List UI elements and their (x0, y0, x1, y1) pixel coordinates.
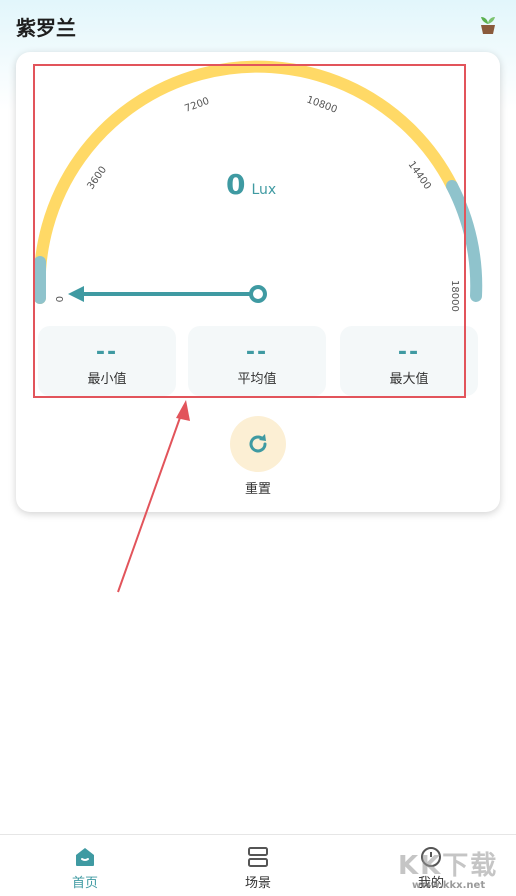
scenes-icon (248, 847, 268, 867)
tab-scenes-label: 场景 (244, 876, 271, 891)
watermark-logo: KK下载 (398, 851, 499, 881)
tab-scenes[interactable]: 场景 (213, 845, 303, 891)
reset-button[interactable] (230, 416, 286, 472)
reset-label: 重置 (244, 482, 271, 497)
annotation-highlight-box (33, 64, 466, 398)
plant-pot-icon[interactable] (476, 12, 500, 36)
tab-home-label: 首页 (71, 876, 98, 891)
page-title: 紫罗兰 (16, 16, 76, 40)
refresh-icon (249, 434, 267, 453)
watermark-url: www.kkx.net (412, 880, 486, 891)
home-icon (76, 848, 94, 866)
tab-home[interactable]: 首页 (40, 845, 130, 891)
